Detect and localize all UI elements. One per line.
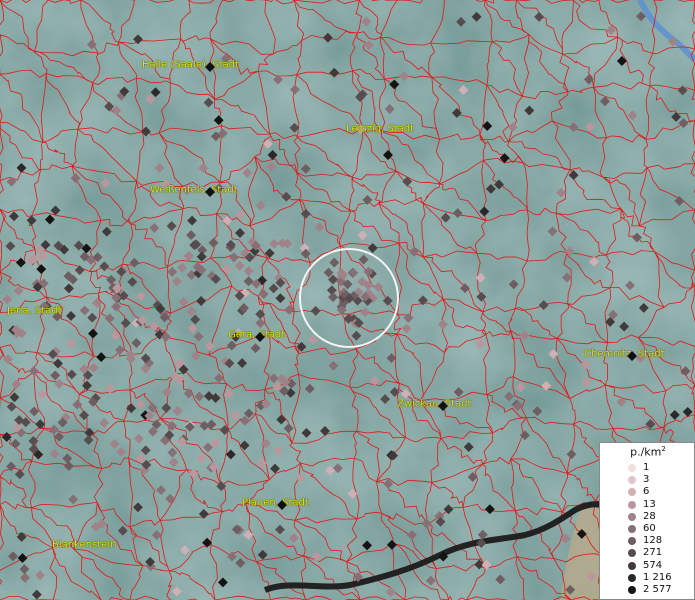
- density-legend: p./km2 1 3 6 13 28 60 128 271 574 1 216 2 577: [599, 442, 695, 600]
- legend-swatch: [628, 549, 636, 558]
- legend-swatch: [628, 586, 636, 594]
- legend-swatch: [628, 464, 636, 472]
- legend-title: p./km2: [630, 445, 666, 459]
- legend-swatch: [628, 512, 636, 521]
- legend-entry: 60: [600, 523, 695, 535]
- legend-entry: 128: [600, 535, 695, 547]
- legend-swatch: [628, 488, 636, 497]
- legend-label: 1 216: [643, 571, 672, 583]
- legend-entry: 13: [600, 498, 695, 511]
- legend-label: 6: [643, 486, 650, 498]
- legend-swatch: [628, 537, 636, 546]
- city-label-halle: Halle (Saale), Stadt: [142, 59, 239, 71]
- legend-label: 1: [643, 462, 650, 473]
- city-label-chemnitz: Chemnitz, Stadt: [584, 348, 665, 360]
- legend-swatch: [628, 525, 636, 533]
- legend-swatch: [628, 561, 636, 570]
- city-label-jena: Jena, Stadt: [7, 305, 62, 317]
- legend-swatch: [628, 500, 636, 509]
- legend-label: 271: [643, 547, 663, 559]
- legend-entry: 574: [600, 559, 695, 572]
- legend-entry: 1: [600, 462, 695, 474]
- legend-entry: 1 216: [600, 571, 695, 584]
- city-label-blankenstein: Blankenstein: [52, 539, 117, 551]
- legend-label: 28: [643, 510, 656, 522]
- city-label-leipzig: Leipzig, Stadt: [346, 123, 415, 135]
- legend-label: 60: [643, 523, 656, 534]
- city-label-plauen: Plauen, Stadt: [242, 497, 309, 509]
- legend-label: 2 577: [643, 584, 672, 595]
- legend-label: 3: [643, 474, 650, 486]
- legend-entry: 6: [600, 486, 695, 498]
- legend-entry: 2 577: [600, 584, 695, 596]
- map-canvas[interactable]: [0, 0, 695, 600]
- city-label-zwickau: Zwickau, Stadt: [397, 398, 472, 410]
- city-label-weissenfels: Weißenfels, Stadt: [150, 184, 238, 196]
- legend-entry: 3: [600, 474, 695, 486]
- legend-label: 128: [643, 535, 663, 547]
- legend-label: 574: [643, 559, 663, 571]
- legend-swatch: [628, 476, 636, 485]
- legend-swatch: [628, 573, 636, 582]
- legend-label: 13: [643, 498, 656, 510]
- legend-entry: 28: [600, 510, 695, 523]
- legend-entry: 271: [600, 547, 695, 559]
